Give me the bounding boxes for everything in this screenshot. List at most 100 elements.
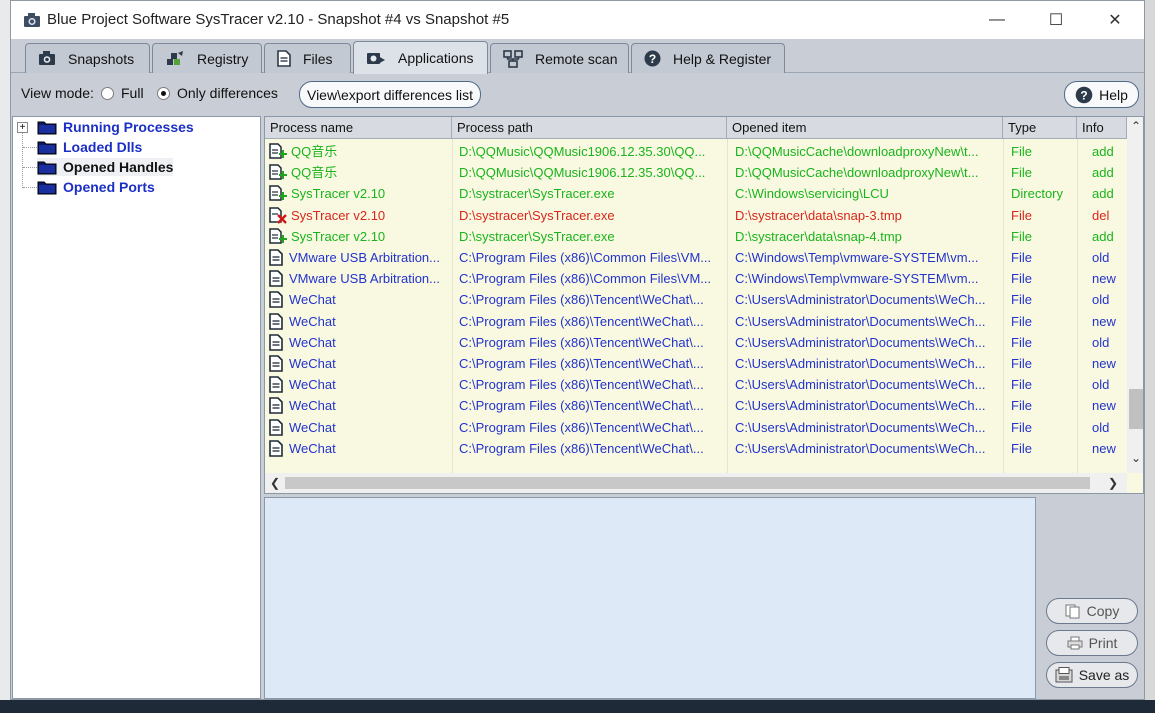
vertical-scrollbar[interactable]: ⌃ ⌄ [1127, 117, 1143, 473]
table-row[interactable]: WeChat C:\Program Files (x86)\Tencent\WeC… [265, 332, 1127, 353]
radio-label: Only differences [177, 85, 278, 101]
opened-item-cell: C:\Windows\servicing\LCU [735, 186, 889, 202]
expand-toggle-icon[interactable]: + [17, 122, 28, 133]
table-row[interactable]: QQ音乐 D:\QQMusic\QQMusic1906.12.35.30\QQ..… [265, 141, 1127, 162]
tab-help-register[interactable]: ? Help & Register [631, 43, 785, 73]
printer-icon [1067, 636, 1083, 650]
column-header-info[interactable]: Info [1077, 117, 1127, 139]
tree-item-label: Opened Handles [63, 159, 174, 175]
tab-snapshots[interactable]: Snapshots [25, 43, 150, 73]
tree-connector [23, 187, 37, 188]
vertical-scroll-thumb[interactable] [1129, 389, 1143, 429]
close-button[interactable]: ✕ [1092, 3, 1138, 37]
process-file-icon [269, 355, 283, 372]
opened-item-cell: C:\Windows\Temp\vmware-SYSTEM\vm... [735, 250, 979, 265]
opened-item-cell: C:\Users\Administrator\Documents\WeCh... [735, 419, 986, 435]
tree-item-opened-ports[interactable]: Opened Ports [37, 178, 155, 196]
process-path-cell: C:\Program Files (x86)\Common Files\VM..… [459, 250, 712, 265]
table-row[interactable]: WeChat C:\Program Files (x86)\Tencent\WeC… [265, 374, 1127, 395]
table-row[interactable]: WeChat C:\Program Files (x86)\Tencent\WeC… [265, 289, 1127, 310]
info-cell: new [1092, 398, 1116, 414]
scroll-right-arrow-icon[interactable]: ❯ [1108, 476, 1118, 490]
opened-item-cell: C:\Users\Administrator\Documents\WeCh... [735, 334, 986, 350]
scroll-down-arrow-icon[interactable]: ⌄ [1131, 451, 1141, 465]
opened-item-cell: D:\QQMusicCache\downloadproxyNew\t... [735, 165, 979, 181]
tab-registry[interactable]: Registry [152, 43, 262, 73]
table-row[interactable]: QQ音乐 D:\QQMusic\QQMusic1906.12.35.30\QQ..… [265, 162, 1127, 183]
tab-remote-scan[interactable]: Remote scan [490, 43, 629, 73]
tree-item-label: Opened Ports [63, 179, 155, 195]
process-path-cell: D:\systracer\SysTracer.exe [459, 207, 615, 223]
process-path-cell: D:\systracer\SysTracer.exe [459, 186, 615, 202]
process-name: VMware USB Arbitration... [289, 271, 440, 287]
radio-circle-selected[interactable] [157, 86, 170, 100]
copy-button[interactable]: Copy [1046, 598, 1138, 624]
help-button[interactable]: ? Help [1064, 81, 1139, 108]
title-bar: Blue Project Software SysTracer v2.10 - … [11, 1, 1144, 39]
scroll-up-arrow-icon[interactable]: ⌃ [1131, 119, 1141, 133]
process-name-cell: WeChat [269, 289, 453, 310]
action-panel: Copy Print Save as [1036, 497, 1144, 699]
scroll-left-arrow-icon[interactable]: ❮ [270, 476, 280, 490]
maximize-button[interactable]: ☐ [1033, 3, 1079, 37]
type-cell: File [1011, 334, 1032, 350]
view-mode-only-differences-radio[interactable]: Only differences [157, 85, 278, 101]
column-header-process-name[interactable]: Process name [265, 117, 452, 139]
tab-files[interactable]: Files [264, 43, 351, 73]
view-export-differences-button[interactable]: View\export differences list [299, 81, 481, 108]
table-row[interactable]: SysTracer v2.10 D:\systracer\SysTracer.ex… [265, 205, 1127, 226]
save-icon [1055, 667, 1073, 683]
process-name-cell: SysTracer v2.10 [269, 183, 453, 204]
applications-icon [367, 52, 385, 64]
camera-icon [39, 51, 55, 65]
table-row[interactable]: VMware USB Arbitration... C:\Program File… [265, 247, 1127, 268]
process-name: WeChat [289, 313, 336, 329]
table-row[interactable]: WeChat C:\Program Files (x86)\Tencent\WeC… [265, 353, 1127, 374]
opened-item-cell: C:\Users\Administrator\Documents\WeCh... [735, 356, 986, 371]
process-name-cell: QQ音乐 [269, 141, 453, 162]
info-cell: add [1092, 165, 1114, 181]
table-row[interactable]: WeChat C:\Program Files (x86)\Tencent\WeC… [265, 311, 1127, 332]
horizontal-scrollbar[interactable]: ❮ ❯ [265, 473, 1127, 493]
table-row[interactable]: SysTracer v2.10 D:\systracer\SysTracer.ex… [265, 183, 1127, 204]
process-file-icon [269, 249, 283, 266]
opened-item-cell: C:\Windows\Temp\vmware-SYSTEM\vm... [735, 271, 979, 287]
table-row[interactable]: SysTracer v2.10 D:\systracer\SysTracer.ex… [265, 226, 1127, 247]
table-row[interactable]: VMware USB Arbitration... C:\Program File… [265, 268, 1127, 289]
tree-item-opened-handles[interactable]: Opened Handles [37, 158, 174, 176]
radio-circle[interactable] [101, 86, 114, 100]
network-icon [503, 49, 523, 68]
print-button-label: Print [1088, 635, 1118, 651]
info-cell: new [1092, 356, 1116, 371]
column-header-process-path[interactable]: Process path [452, 117, 727, 139]
info-cell: del [1092, 207, 1110, 223]
opened-item-cell: D:\systracer\data\snap-4.tmp [735, 228, 902, 244]
tree-item-running-processes[interactable]: Running Processes [37, 118, 194, 136]
process-path-cell: D:\systracer\SysTracer.exe [459, 228, 615, 244]
tab-applications[interactable]: Applications [353, 41, 488, 74]
table-row[interactable]: WeChat C:\Program Files (x86)\Tencent\WeC… [265, 417, 1127, 438]
table-row[interactable]: WeChat C:\Program Files (x86)\Tencent\WeC… [265, 395, 1127, 416]
process-name: SysTracer v2.10 [291, 207, 386, 223]
camera-icon [24, 13, 40, 27]
tree-item-loaded-dlls[interactable]: Loaded Dlls [37, 138, 142, 156]
save-as-button-label: Save as [1078, 667, 1130, 683]
process-name-cell: SysTracer v2.10 [269, 226, 453, 247]
opened-item-cell: C:\Users\Administrator\Documents\WeCh... [735, 292, 986, 308]
print-button[interactable]: Print [1046, 630, 1138, 656]
process-file-icon [269, 291, 283, 309]
info-cell: old [1092, 250, 1110, 265]
type-cell: File [1011, 356, 1032, 371]
horizontal-scroll-thumb[interactable] [285, 477, 1090, 489]
process-name: WeChat [289, 419, 336, 435]
info-cell: add [1092, 228, 1114, 244]
view-mode-full-radio[interactable]: Full [101, 85, 144, 101]
column-header-opened-item[interactable]: Opened item [727, 117, 1003, 139]
table-row[interactable]: WeChat C:\Program Files (x86)\Tencent\WeC… [265, 438, 1127, 459]
column-header-type[interactable]: Type [1003, 117, 1077, 139]
save-as-button[interactable]: Save as [1046, 662, 1138, 688]
process-added-icon [269, 143, 287, 159]
minimize-button[interactable]: — [974, 3, 1020, 37]
process-file-icon [269, 439, 283, 457]
type-cell: File [1011, 228, 1032, 244]
